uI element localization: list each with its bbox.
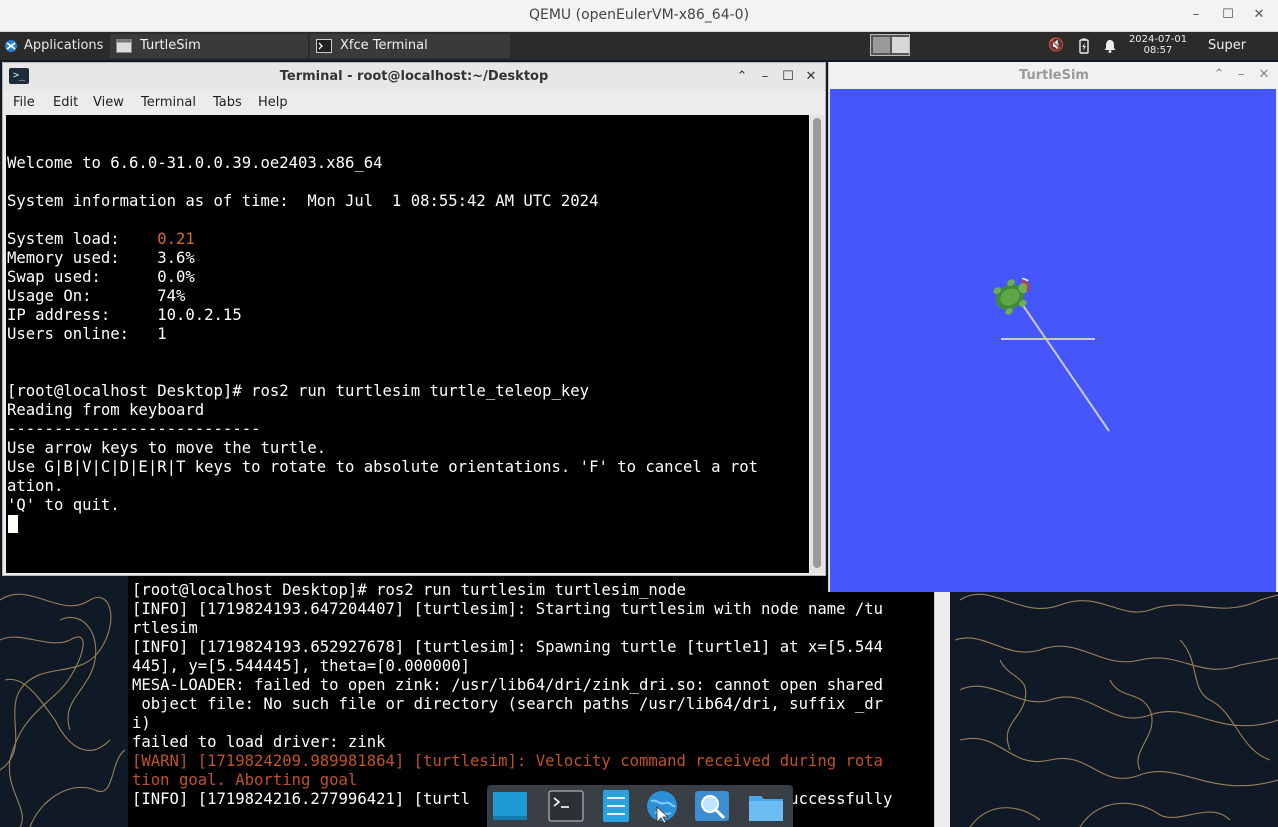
notification-bell-icon[interactable] bbox=[1102, 38, 1118, 54]
line-swap: Swap used: 0.0% bbox=[7, 268, 195, 286]
line-usage: Usage On: 74% bbox=[7, 287, 186, 305]
turtlesim-rollup-button[interactable]: ⌃ bbox=[1210, 66, 1228, 84]
line-memory: Memory used: 3.6% bbox=[7, 249, 195, 267]
window-icon bbox=[116, 39, 132, 53]
line-rotate-keys-wrap: ation. bbox=[7, 477, 64, 495]
folder-icon[interactable] bbox=[747, 789, 785, 823]
taskbar-item-turtlesim[interactable]: TurtleSim bbox=[110, 34, 308, 58]
turtlesim-minimize-button[interactable]: – bbox=[1232, 66, 1250, 84]
taskbar-item-label: Xfce Terminal bbox=[340, 38, 428, 53]
system-load-value: 0.21 bbox=[157, 230, 195, 248]
workspace-switcher[interactable] bbox=[870, 34, 910, 56]
line-rotate-keys: Use G|B|V|C|D|E|R|T keys to rotate to ab… bbox=[7, 458, 759, 476]
dock bbox=[487, 785, 793, 827]
bg-terminal-warn-lines: [WARN] [1719824209.989981864] [turtlesim… bbox=[132, 752, 884, 789]
qemu-minimize-button[interactable]: – bbox=[1185, 5, 1207, 25]
turtle-trail-diagonal bbox=[1019, 300, 1110, 432]
terminal-screen[interactable]: Welcome to 6.6.0-31.0.0.39.oe2403.x86_64… bbox=[6, 115, 809, 573]
menu-terminal[interactable]: Terminal bbox=[141, 95, 196, 110]
line-arrow-keys: Use arrow keys to move the turtle. bbox=[7, 439, 327, 457]
turtlesim-drawing bbox=[993, 277, 1110, 432]
turtlesim-title-bar[interactable]: TurtleSim ⌃ – ✕ bbox=[829, 62, 1278, 88]
qemu-window-title: QEMU (openEulerVM-x86_64-0) bbox=[528, 7, 750, 23]
line-divider: --------------------------- bbox=[7, 420, 261, 438]
line-users: Users online: 1 bbox=[7, 325, 167, 343]
terminal-window[interactable]: >_ Terminal - root@localhost:~/Desktop ⌃… bbox=[2, 62, 826, 576]
clock-time: 08:57 bbox=[1143, 45, 1173, 56]
menu-tabs[interactable]: Tabs bbox=[213, 95, 242, 110]
taskbar-item-xfce-terminal[interactable]: Xfce Terminal bbox=[310, 34, 510, 58]
turtlesim-window[interactable]: TurtleSim ⌃ – ✕ bbox=[828, 62, 1278, 592]
volume-muted-icon[interactable]: 🔇 bbox=[1048, 38, 1064, 54]
workspace-2[interactable] bbox=[892, 37, 909, 53]
file-manager-icon[interactable] bbox=[597, 789, 635, 823]
line-system-info: System information as of time: Mon Jul 1… bbox=[7, 192, 599, 210]
applications-menu-label: Applications bbox=[24, 38, 104, 53]
turtlesim-close-button[interactable]: ✕ bbox=[1255, 66, 1273, 84]
terminal-scrollbar-thumb[interactable] bbox=[813, 118, 821, 568]
terminal-maximize-button[interactable]: ☐ bbox=[779, 68, 797, 86]
background-terminal-scrollbar[interactable] bbox=[934, 575, 950, 827]
line-ip: IP address: 10.0.2.15 bbox=[7, 306, 242, 324]
line-system-load: System load: bbox=[7, 230, 158, 248]
background-terminal-output: [root@localhost Desktop]# ros2 run turtl… bbox=[132, 581, 932, 809]
terminal-rollup-button[interactable]: ⌃ bbox=[733, 68, 751, 86]
line-welcome: Welcome to 6.6.0-31.0.0.39.oe2403.x86_64 bbox=[7, 154, 383, 172]
terminal-icon bbox=[316, 39, 332, 53]
workspace-1[interactable] bbox=[873, 37, 890, 53]
menu-help[interactable]: Help bbox=[258, 95, 288, 110]
line-reading: Reading from keyboard bbox=[7, 401, 205, 419]
xfce-logo-icon bbox=[5, 40, 17, 52]
terminal-close-button[interactable]: ✕ bbox=[802, 68, 820, 86]
qemu-title-bar: QEMU (openEulerVM-x86_64-0) – ☐ ✕ bbox=[0, 0, 1278, 32]
menu-edit[interactable]: Edit bbox=[53, 95, 78, 110]
terminal-cursor bbox=[8, 515, 18, 533]
bg-terminal-info-lines: [root@localhost Desktop]# ros2 run turtl… bbox=[132, 581, 884, 751]
terminal-title-bar[interactable]: >_ Terminal - root@localhost:~/Desktop ⌃… bbox=[3, 63, 825, 91]
line-teleop-command: [root@localhost Desktop]# ros2 run turtl… bbox=[7, 382, 590, 400]
terminal-window-title: Terminal - root@localhost:~/Desktop bbox=[279, 69, 549, 84]
qemu-maximize-button[interactable]: ☐ bbox=[1217, 5, 1239, 25]
terminal-scrollbar[interactable] bbox=[810, 115, 824, 573]
turtlesim-canvas[interactable] bbox=[830, 89, 1276, 592]
terminal-menubar: File Edit View Terminal Tabs Help bbox=[3, 91, 825, 115]
show-desktop-icon[interactable] bbox=[491, 789, 529, 823]
terminal-icon[interactable] bbox=[547, 789, 585, 823]
menu-file[interactable]: File bbox=[13, 95, 35, 110]
xfce-panel: Applications TurtleSim Xfce Terminal 🔇 2… bbox=[0, 32, 1278, 81]
web-browser-icon[interactable] bbox=[643, 789, 681, 823]
line-quit: 'Q' to quit. bbox=[7, 496, 120, 514]
turtle-icon bbox=[993, 277, 1030, 315]
clock-date: 2024-07-01 bbox=[1128, 34, 1188, 45]
taskbar-item-label: TurtleSim bbox=[140, 38, 201, 53]
panel-clock[interactable]: 2024-07-01 08:57 bbox=[1128, 34, 1188, 56]
app-finder-icon[interactable] bbox=[693, 789, 731, 823]
applications-menu-button[interactable]: Applications bbox=[0, 32, 108, 60]
battery-icon[interactable] bbox=[1076, 38, 1092, 54]
menu-view[interactable]: View bbox=[93, 95, 124, 110]
terminal-minimize-button[interactable]: – bbox=[756, 68, 774, 86]
qemu-close-button[interactable]: ✕ bbox=[1248, 5, 1270, 25]
terminal-output: Welcome to 6.6.0-31.0.0.39.oe2403.x86_64… bbox=[7, 154, 758, 515]
